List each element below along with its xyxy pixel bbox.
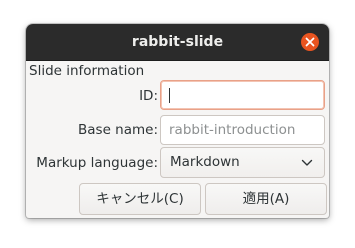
markup-language-label: Markup language: [36,155,158,171]
chevron-down-icon [301,159,313,166]
id-label: ID: [139,88,158,104]
text-cursor [169,88,170,103]
base-name-label: Base name: [78,122,158,138]
cancel-button[interactable]: キャンセル(C) [79,183,201,215]
title-bar[interactable]: rabbit-slide [26,24,329,61]
section-title: Slide information [29,63,145,79]
markup-language-selected: Markdown [170,154,240,170]
markup-language-dropdown[interactable]: Markdown [160,147,325,178]
close-icon [305,37,315,47]
base-name-input[interactable]: rabbit-introduction [160,115,325,145]
apply-button[interactable]: 適用(A) [205,183,327,215]
window-title: rabbit-slide [131,34,224,50]
base-name-placeholder: rabbit-introduction [169,122,296,138]
id-input[interactable] [160,80,325,110]
close-button[interactable] [301,33,319,51]
dialog-window: rabbit-slide Slide information ID: Base … [26,24,329,218]
